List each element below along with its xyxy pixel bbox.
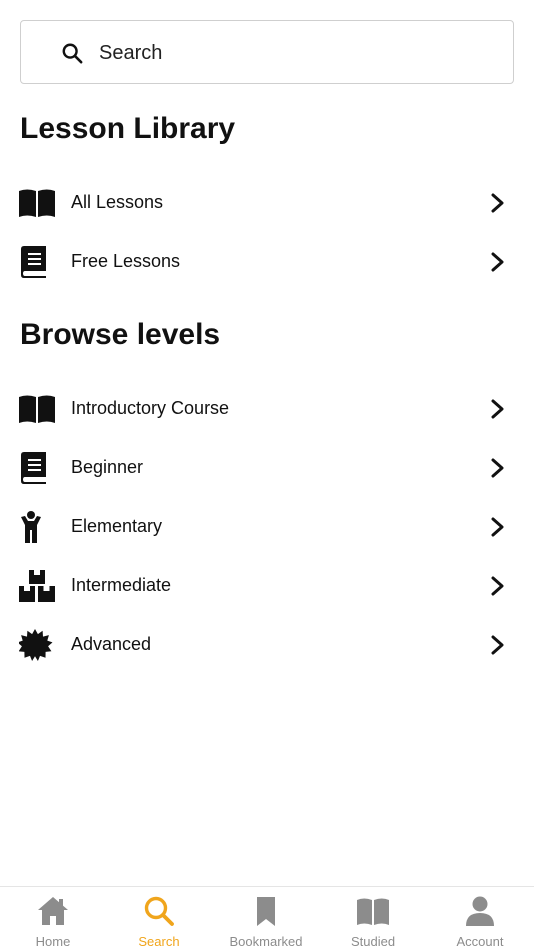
search-placeholder: Search — [99, 42, 163, 64]
tab-label: Bookmarked — [229, 934, 303, 949]
list-item-label: Beginner — [71, 457, 144, 477]
list-item-label: Elementary — [71, 516, 163, 536]
lesson-search-screen: Search Lesson Library All Lessons Free L… — [0, 0, 534, 950]
list-item-label: All Lessons — [71, 192, 164, 212]
lesson-library-title: Lesson Library — [20, 112, 236, 145]
home-icon — [38, 897, 68, 925]
tab-home[interactable]: Home — [0, 887, 106, 950]
closed-book-icon — [21, 246, 46, 278]
boxes-icon — [19, 570, 55, 602]
open-book-icon — [19, 395, 55, 423]
bottom-tab-bar: Home Search Bookmarked Studied Account — [0, 886, 534, 950]
chevron-right-icon — [491, 399, 504, 419]
tab-studied[interactable]: Studied — [320, 887, 426, 950]
search-input[interactable]: Search — [20, 20, 514, 84]
search-icon — [144, 896, 174, 926]
list-item-elementary[interactable]: Elementary — [0, 501, 534, 551]
list-item-label: Intermediate — [71, 575, 172, 595]
tab-label: Studied — [350, 934, 396, 949]
list-item-intermediate[interactable]: Intermediate — [0, 560, 534, 610]
list-item-introductory-course[interactable]: Introductory Course — [0, 383, 534, 433]
tab-label: Account — [456, 934, 504, 949]
person-icon — [466, 896, 494, 926]
chevron-right-icon — [491, 576, 504, 596]
badge-icon — [19, 629, 53, 661]
open-book-icon — [357, 898, 389, 925]
chevron-right-icon — [491, 635, 504, 655]
list-item-advanced[interactable]: Advanced — [0, 619, 534, 669]
chevron-right-icon — [491, 252, 504, 272]
tab-search[interactable]: Search — [106, 887, 212, 950]
tab-bookmarked[interactable]: Bookmarked — [213, 887, 319, 950]
list-item-free-lessons[interactable]: Free Lessons — [0, 236, 534, 286]
tab-label: Home — [35, 934, 71, 949]
child-icon — [21, 511, 41, 543]
list-item-label: Free Lessons — [71, 251, 181, 271]
closed-book-icon — [21, 452, 46, 484]
search-icon — [62, 43, 83, 64]
tab-account[interactable]: Account — [427, 887, 533, 950]
chevron-right-icon — [491, 458, 504, 478]
chevron-right-icon — [491, 517, 504, 537]
list-item-label: Advanced — [71, 634, 152, 654]
chevron-right-icon — [491, 193, 504, 213]
browse-levels-title: Browse levels — [20, 318, 221, 351]
bookmark-icon — [257, 897, 275, 926]
open-book-icon — [19, 189, 55, 217]
tab-label: Search — [138, 934, 180, 949]
list-item-all-lessons[interactable]: All Lessons — [0, 177, 534, 227]
list-item-label: Introductory Course — [71, 398, 230, 418]
list-item-beginner[interactable]: Beginner — [0, 442, 534, 492]
